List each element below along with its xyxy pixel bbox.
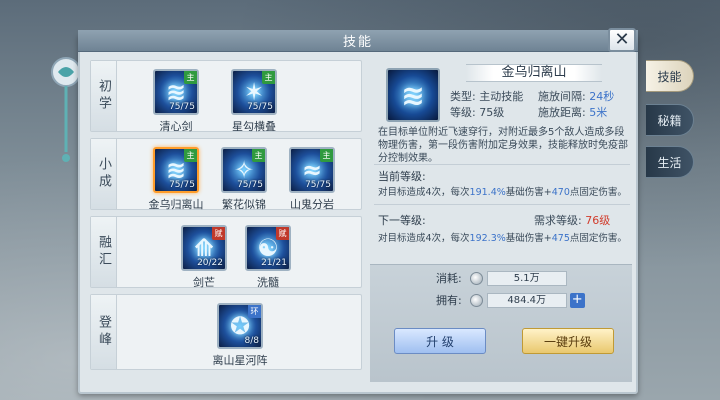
tier-label: 小成 (91, 139, 117, 209)
skill-item[interactable]: ☯ 赋 21/21 洗髓 (235, 225, 301, 290)
tier-label: 融汇 (91, 217, 117, 287)
skill-level: 21/21 (261, 258, 287, 268)
required-level: 需求等级: 76级 (534, 214, 611, 227)
skill-icon: ✶ 主 75/75 (231, 69, 277, 115)
tier-mastery: 融汇 ⟰ 赋 20/22 剑芒 ☯ 赋 21/21 洗髓 (90, 216, 362, 290)
skill-icon: ☯ 赋 21/21 (245, 225, 291, 271)
skill-item[interactable]: ✶ 主 75/75 星勾横叠 (221, 69, 287, 134)
tab-secrets[interactable]: 秘籍 (646, 104, 694, 136)
skill-name: 繁花似锦 (222, 198, 266, 211)
skill-item[interactable]: ≋ 主 75/75 金乌归离山 (143, 147, 209, 212)
one-click-upgrade-button[interactable]: 一键升级 (522, 328, 614, 354)
skill-name: 金乌归离山 (148, 198, 204, 211)
tag-badge: 环 (248, 305, 261, 318)
skill-name: 洗髓 (257, 276, 279, 289)
title-bar: 技能 (78, 30, 638, 52)
tag-badge: 主 (184, 71, 197, 84)
skill-title: 金乌归离山 (466, 64, 602, 82)
interval-row: 施放间隔: 24秒 (538, 90, 615, 103)
current-level-label: 当前等级: (378, 170, 426, 183)
skill-icon: ≋ 主 75/75 (153, 147, 199, 193)
tag-badge: 主 (184, 149, 197, 162)
tier-intermediate: 小成 ≋ 主 75/75 金乌归离山 ✧ 主 75/75 繁花似锦 ≈ 主 75… (90, 138, 362, 212)
level-row: 等级: 75级 (450, 106, 505, 119)
close-button[interactable]: ✕ (608, 28, 636, 52)
skill-item[interactable]: ✧ 主 75/75 繁花似锦 (211, 147, 277, 212)
divider (374, 164, 630, 165)
tag-badge: 主 (320, 149, 333, 162)
silver-coin-icon (469, 293, 483, 307)
skill-tier-list: 初学 ≋ 主 75/75 清心剑 ✶ 主 75/75 星勾横叠 小成 ≋ 主 7… (90, 60, 362, 380)
skill-detail: ≋ 金乌归离山 类型: 主动技能 施放间隔: 24秒 等级: 75级 施放距离:… (370, 60, 632, 382)
skill-level: 20/22 (197, 258, 223, 268)
tab-life[interactable]: 生活 (646, 146, 694, 178)
tag-badge: 赋 (276, 227, 289, 240)
type-row: 类型: 主动技能 (450, 90, 524, 103)
tag-badge: 赋 (212, 227, 225, 240)
divider (374, 204, 630, 205)
skill-level: 75/75 (169, 102, 195, 112)
skill-item[interactable]: ✪ 环 8/8 离山星河阵 (207, 303, 273, 368)
skill-icon: ≈ 主 75/75 (289, 147, 335, 193)
add-currency-button[interactable]: + (569, 292, 585, 308)
skill-name: 星勾横叠 (232, 120, 276, 133)
current-level-effect: 对目标造成4次，每次191.4%基础伤害+470点固定伤害。 (378, 187, 627, 198)
skill-item[interactable]: ⟰ 赋 20/22 剑芒 (171, 225, 237, 290)
consume-amount: 5.1万 (486, 270, 567, 286)
tag-badge: 主 (252, 149, 265, 162)
skill-icon: ⟰ 赋 20/22 (181, 225, 227, 271)
skill-level: 75/75 (305, 180, 331, 190)
tag-badge: 主 (262, 71, 275, 84)
skill-level: 8/8 (244, 336, 259, 346)
silver-coin-icon (469, 271, 483, 285)
tier-peak: 登峰 ✪ 环 8/8 离山星河阵 (90, 294, 362, 370)
own-row: 拥有: 484.4万 + (436, 292, 585, 308)
skill-name: 山鬼分岩 (290, 198, 334, 211)
tier-label: 初学 (91, 61, 117, 131)
skill-item[interactable]: ≈ 主 75/75 山鬼分岩 (279, 147, 345, 212)
consume-row: 消耗: 5.1万 (436, 270, 567, 286)
skill-description: 在目标单位附近飞速穿行，对附近最多5个敌人造成多段物理伤害，第一段伤害附加定身效… (378, 127, 628, 164)
own-amount: 484.4万 (486, 292, 567, 308)
skill-name: 剑芒 (193, 276, 215, 289)
skill-level: 75/75 (247, 102, 273, 112)
skill-level: 75/75 (169, 180, 195, 190)
skill-name: 离山星河阵 (212, 354, 268, 367)
upgrade-button[interactable]: 升 级 (394, 328, 486, 354)
skill-item[interactable]: ≋ 主 75/75 清心剑 (143, 69, 209, 134)
skill-level: 75/75 (237, 180, 263, 190)
next-level-label: 下一等级: (378, 214, 426, 227)
tier-beginner: 初学 ≋ 主 75/75 清心剑 ✶ 主 75/75 星勾横叠 (90, 60, 362, 134)
tier-label: 登峰 (91, 295, 117, 369)
next-level-effect: 对目标造成4次，每次192.3%基础伤害+475点固定伤害。 (378, 233, 627, 244)
skill-icon: ✪ 环 8/8 (217, 303, 263, 349)
tab-skills[interactable]: 技能 (646, 60, 694, 92)
selected-skill-icon: ≋ (386, 68, 440, 122)
skill-icon: ✧ 主 75/75 (221, 147, 267, 193)
range-row: 施放距离: 5米 (538, 106, 608, 119)
close-icon: ✕ (614, 29, 630, 50)
page-title: 技能 (342, 35, 373, 50)
skill-name: 清心剑 (159, 120, 193, 133)
skill-icon: ≋ 主 75/75 (153, 69, 199, 115)
